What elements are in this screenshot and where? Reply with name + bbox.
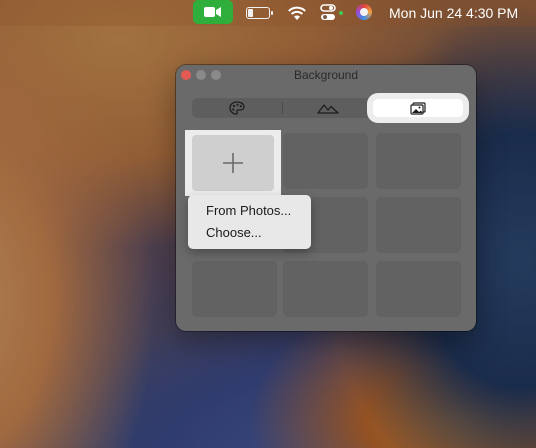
add-background-button[interactable]	[192, 135, 274, 191]
menu-bar-clock[interactable]: Mon Jun 24 4:30 PM	[389, 0, 518, 26]
mountains-icon	[316, 104, 339, 114]
title-bar[interactable]: Background	[176, 65, 476, 85]
battery-icon[interactable]	[246, 7, 273, 19]
menu-bar: Mon Jun 24 4:30 PM	[0, 0, 536, 26]
tab-colors[interactable]	[192, 98, 282, 118]
plus-icon	[223, 153, 243, 173]
control-center-icon[interactable]	[320, 4, 336, 22]
tab-landscapes[interactable]	[283, 98, 373, 118]
add-background-menu: From Photos... Choose...	[188, 195, 311, 249]
background-slot[interactable]	[283, 133, 368, 189]
background-slot[interactable]	[283, 261, 368, 317]
camera-in-use-indicator	[339, 11, 343, 15]
menu-item-from-photos[interactable]: From Photos...	[188, 200, 311, 222]
menu-item-choose[interactable]: Choose...	[188, 222, 311, 244]
background-slot[interactable]	[376, 133, 461, 189]
background-slot[interactable]	[192, 261, 277, 317]
tab-photos[interactable]	[373, 99, 464, 117]
window-title: Background	[293, 68, 359, 82]
add-background-highlight	[185, 130, 281, 196]
background-slot[interactable]	[376, 261, 461, 317]
wifi-icon[interactable]	[287, 4, 307, 22]
facetime-status-button[interactable]	[193, 0, 233, 24]
photo-icon	[410, 101, 426, 115]
background-type-tabs	[192, 98, 464, 118]
video-camera-icon	[204, 7, 221, 17]
palette-icon	[229, 101, 245, 115]
background-slot[interactable]	[376, 197, 461, 253]
siri-icon[interactable]	[356, 4, 372, 20]
